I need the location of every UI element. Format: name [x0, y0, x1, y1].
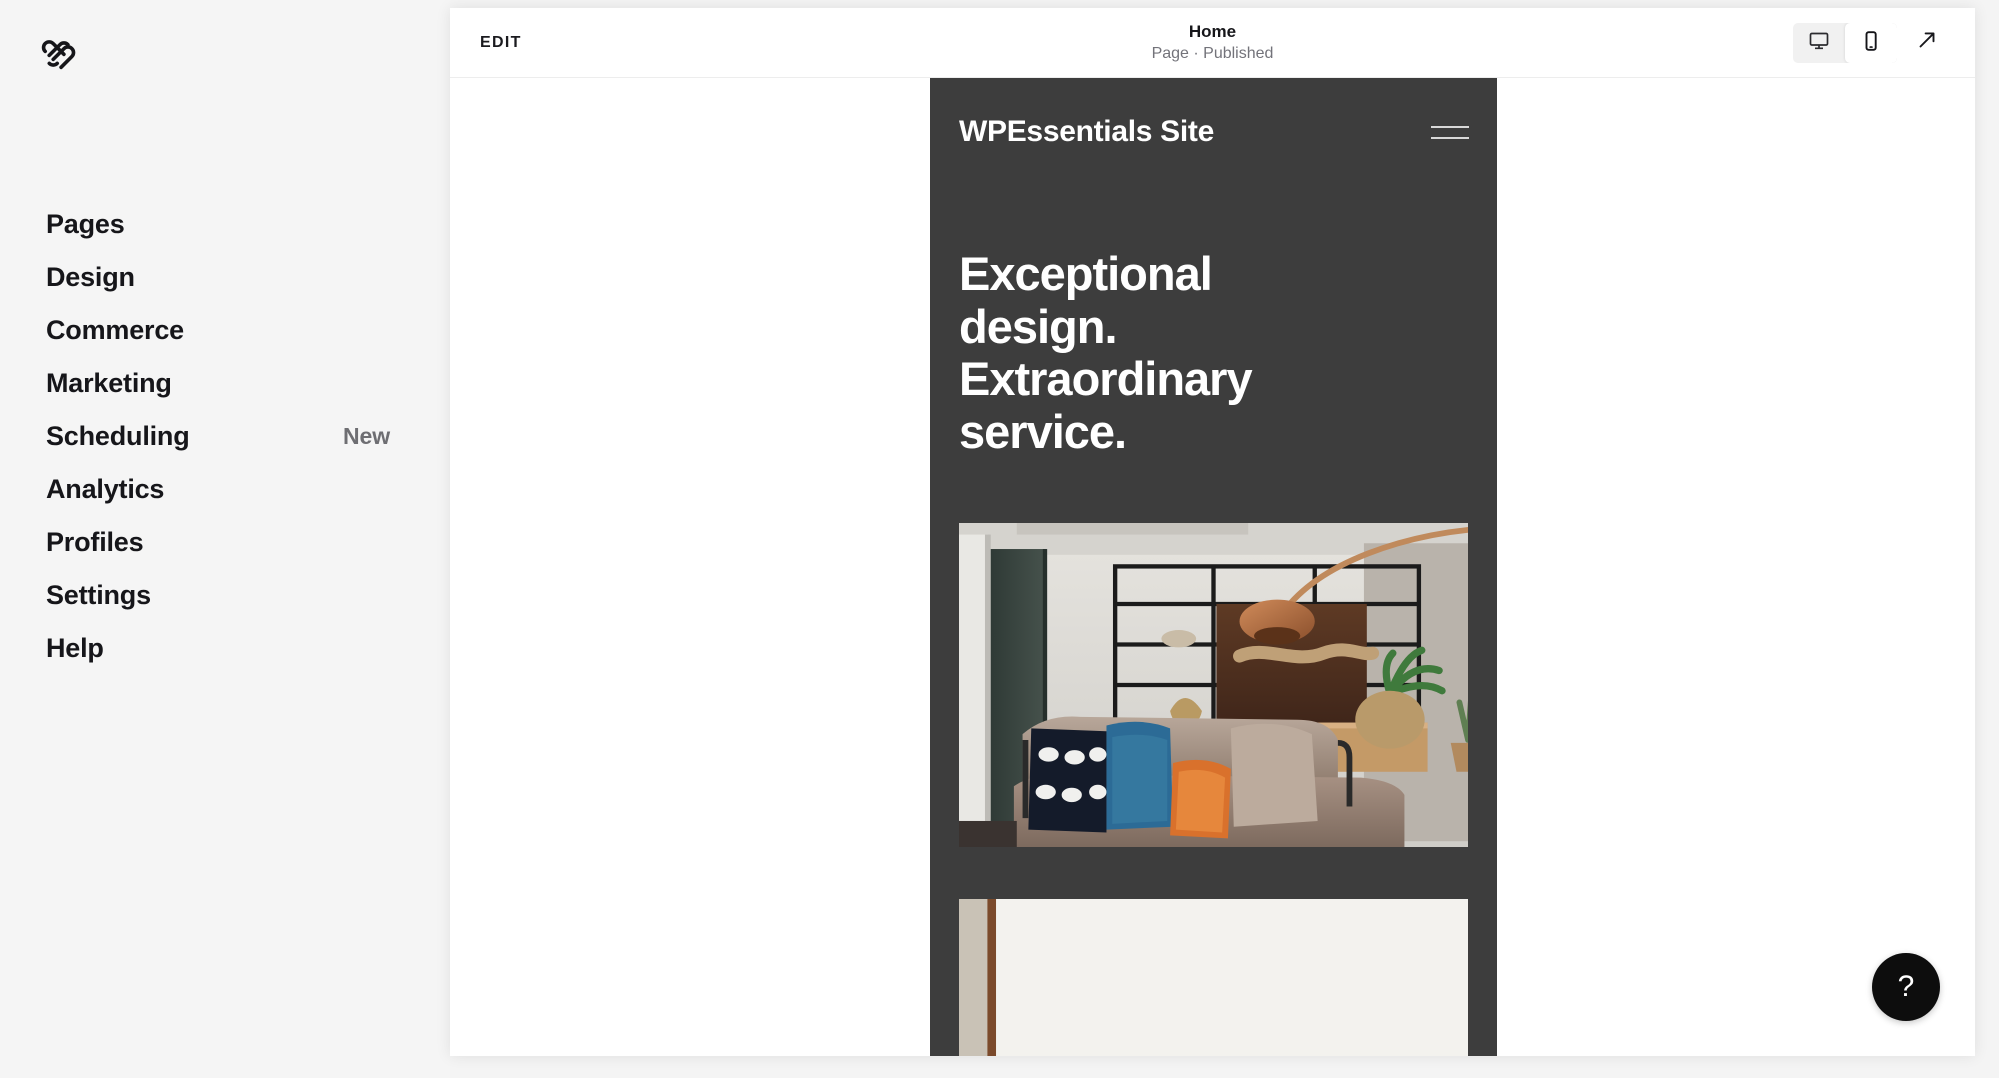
sidebar-item-commerce[interactable]: Commerce — [0, 304, 450, 357]
hamburger-menu-icon[interactable] — [1431, 125, 1469, 139]
site-header: WPEssentials Site — [930, 78, 1497, 186]
sidebar-item-help[interactable]: Help — [0, 622, 450, 675]
mobile-viewport-frame[interactable]: WPEssentials Site Exceptional design. Ex… — [930, 78, 1497, 1056]
sidebar-item-new-badge: New — [343, 423, 390, 449]
toolbar-actions — [1793, 8, 1953, 77]
page-title: Home — [1188, 21, 1237, 41]
device-toggle-mobile[interactable] — [1845, 22, 1897, 63]
sidebar-item-label: Settings — [46, 580, 151, 610]
squarespace-logo-button[interactable] — [37, 27, 87, 77]
help-button[interactable]: ? — [1872, 953, 1940, 1021]
page-status: Page · Published — [1151, 44, 1274, 62]
desktop-icon — [1807, 29, 1831, 56]
sidebar-item-settings[interactable]: Settings — [0, 569, 450, 622]
sidebar-item-label: Design — [46, 262, 135, 292]
sidebar-nav: Pages Design Commerce Marketing Scheduli… — [0, 198, 450, 675]
question-mark-icon: ? — [1897, 970, 1915, 1003]
sidebar-item-design[interactable]: Design — [0, 251, 450, 304]
device-toggle-desktop[interactable] — [1793, 23, 1845, 63]
sidebar-item-label: Help — [46, 633, 104, 663]
page-info: Home Page · Published — [450, 8, 1975, 77]
sidebar-item-scheduling[interactable]: Scheduling New — [0, 410, 450, 463]
sidebar-item-label: Commerce — [46, 315, 184, 345]
device-toggle-group — [1793, 22, 1897, 63]
sidebar-item-label: Profiles — [46, 527, 144, 557]
sidebar-item-marketing[interactable]: Marketing — [0, 357, 450, 410]
sidebar-item-label: Marketing — [46, 368, 172, 398]
sidebar-item-analytics[interactable]: Analytics — [0, 463, 450, 516]
hamburger-line — [1431, 136, 1469, 139]
living-room-interior-photo[interactable] — [959, 522, 1468, 847]
hamburger-line — [1431, 125, 1469, 128]
sidebar-item-label: Pages — [46, 209, 125, 239]
open-in-new-tab-button[interactable] — [1901, 23, 1953, 63]
site-preview-panel: EDIT Home Page · Published WPEssentials … — [450, 8, 1975, 1056]
edit-button[interactable]: EDIT — [480, 8, 522, 77]
sidebar-item-profiles[interactable]: Profiles — [0, 516, 450, 569]
mobile-icon — [1859, 29, 1883, 56]
sidebar-item-pages[interactable]: Pages — [0, 198, 450, 251]
interior-detail-photo[interactable] — [959, 898, 1468, 1056]
squarespace-logo-icon — [40, 30, 84, 74]
external-link-arrow-icon — [1914, 27, 1940, 58]
sidebar-item-label: Analytics — [46, 474, 165, 504]
sidebar-item-label: Scheduling — [46, 421, 190, 451]
sidebar: Pages Design Commerce Marketing Scheduli… — [0, 0, 450, 1078]
preview-toolbar: EDIT Home Page · Published — [450, 8, 1975, 78]
edit-button-label: EDIT — [480, 33, 522, 51]
hero-heading[interactable]: Exceptional design. Extraordinary servic… — [959, 247, 1259, 459]
site-title[interactable]: WPEssentials Site — [959, 115, 1214, 149]
